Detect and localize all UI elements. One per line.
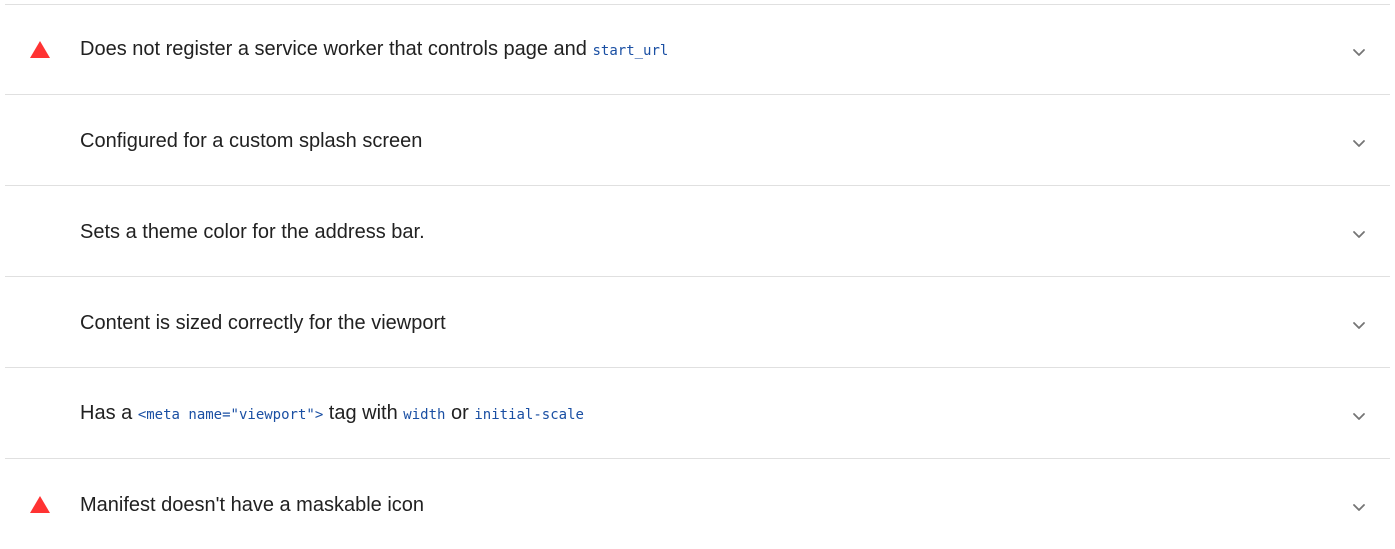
audit-row[interactable]: Configured for a custom splash screen <box>5 96 1390 186</box>
audit-row[interactable]: Sets a theme color for the address bar. <box>5 187 1390 277</box>
code-snippet: start_url <box>592 42 669 59</box>
status-slot <box>30 495 52 515</box>
audit-row[interactable]: Has a <meta name="viewport"> tag with wi… <box>5 369 1390 459</box>
chevron-down-icon[interactable] <box>1350 135 1368 153</box>
status-slot <box>30 222 52 242</box>
audit-title: Has a <meta name="viewport"> tag with wi… <box>80 400 584 428</box>
code-snippet: <meta name="viewport"> <box>137 406 324 423</box>
status-slot <box>30 40 52 60</box>
title-text: Does not register a service worker that … <box>80 37 593 60</box>
audit-title: Sets a theme color for the address bar. <box>80 219 425 245</box>
chevron-down-icon[interactable] <box>1350 226 1368 244</box>
title-text: tag with <box>323 401 404 424</box>
title-text: Sets a theme color for the address bar. <box>80 220 425 243</box>
chevron-down-icon[interactable] <box>1350 44 1368 62</box>
chevron-down-icon[interactable] <box>1350 499 1368 517</box>
code-snippet: width <box>403 406 446 423</box>
status-slot <box>30 131 52 151</box>
warning-triangle-icon <box>30 495 50 513</box>
warning-triangle-icon <box>30 40 50 58</box>
code-snippet: initial-scale <box>474 406 584 423</box>
audit-title: Content is sized correctly for the viewp… <box>80 310 446 336</box>
audit-title: Configured for a custom splash screen <box>80 128 422 154</box>
audit-title: Does not register a service worker that … <box>80 36 668 64</box>
title-text: or <box>445 401 475 424</box>
chevron-down-icon[interactable] <box>1350 317 1368 335</box>
title-text: Configured for a custom splash screen <box>80 129 423 152</box>
chevron-down-icon[interactable] <box>1350 408 1368 426</box>
status-slot <box>30 313 52 333</box>
title-text: Has a <box>80 401 138 424</box>
audit-list: Does not register a service worker that … <box>0 0 1395 549</box>
title-text: Manifest doesn't have a maskable icon <box>80 493 425 516</box>
audit-row[interactable]: Content is sized correctly for the viewp… <box>5 278 1390 368</box>
audit-row[interactable]: Does not register a service worker that … <box>5 5 1390 95</box>
title-text: Content is sized correctly for the viewp… <box>80 311 446 334</box>
audit-row[interactable]: Manifest doesn't have a maskable icon <box>5 460 1390 549</box>
audit-title: Manifest doesn't have a maskable icon <box>80 492 424 518</box>
status-slot <box>30 404 52 424</box>
